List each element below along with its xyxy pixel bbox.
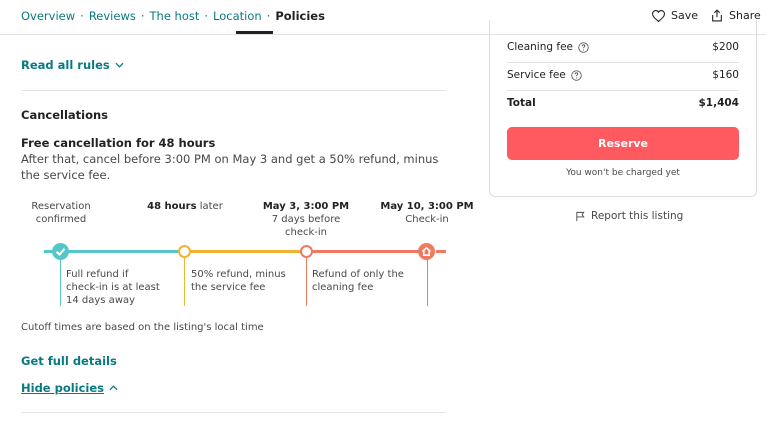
check-icon <box>52 243 69 260</box>
cleaning-fee-value: $200 <box>712 41 739 53</box>
checkmark-glyph <box>55 248 66 256</box>
section-divider <box>21 90 446 91</box>
timeline-label-rest: later <box>196 201 223 212</box>
timeline-label-may-10: May 10, 3:00 PM Check-in <box>377 200 477 226</box>
timeline-label-bold: May 3, 3:00 PM <box>262 201 350 212</box>
total-label: Total <box>507 97 536 109</box>
timeline-label-may-3: May 3, 3:00 PM 7 days before check-in <box>256 200 356 239</box>
total-value: $1,404 <box>698 97 739 109</box>
nav-policies[interactable]: Policies <box>275 9 325 23</box>
timeline-node-48h <box>178 245 191 258</box>
active-tab-underline <box>236 31 273 34</box>
timeline-label-line: Check-in <box>405 214 449 225</box>
flag-icon <box>576 211 585 221</box>
read-all-rules-link[interactable]: Read all rules <box>21 58 124 72</box>
chevron-up-icon <box>109 385 118 391</box>
cutoff-note: Cutoff times are based on the listing's … <box>21 322 264 333</box>
caption-line: cleaning fee <box>312 282 374 293</box>
timeline-node-may-3 <box>300 245 313 258</box>
question-circle-icon[interactable] <box>578 41 589 53</box>
read-all-rules-label: Read all rules <box>21 58 110 72</box>
timeline-label-line: 7 days before <box>271 214 341 225</box>
section-divider <box>21 412 446 413</box>
nav-separator: · <box>80 9 84 23</box>
nav-separator: · <box>204 9 209 23</box>
timeline-label-line: check-in <box>284 227 327 238</box>
cleaning-fee-label: Cleaning fee <box>507 41 573 53</box>
house-glyph <box>421 246 432 256</box>
service-fee-value: $160 <box>712 69 739 81</box>
nav-separator: · <box>266 9 271 23</box>
hide-policies-link[interactable]: Hide policies <box>21 381 118 395</box>
nav-overview[interactable]: Overview <box>21 9 75 23</box>
timeline-segment-cleaning-refund <box>306 250 427 253</box>
timeline-connector <box>60 258 61 306</box>
home-icon <box>418 243 435 260</box>
free-cancellation-title: Free cancellation for 48 hours <box>21 136 216 150</box>
fee-divider <box>507 90 739 91</box>
nav-reviews[interactable]: Reviews <box>89 9 136 23</box>
hide-policies-label: Hide policies <box>21 381 105 395</box>
nav-the-host[interactable]: The host <box>150 9 200 23</box>
timeline-label-line: Reservation <box>31 201 91 212</box>
report-listing-link[interactable]: Report this listing <box>575 210 683 222</box>
timeline-connector <box>184 258 185 306</box>
timeline-label-48-hours: 48 hours later <box>140 200 230 213</box>
caption-line: Full refund if <box>66 269 129 280</box>
timeline-caption-full-refund: Full refund if check-in is at least 14 d… <box>66 268 181 307</box>
service-fee-label: Service fee <box>507 69 566 81</box>
cleaning-fee-name: Cleaning fee <box>507 41 589 53</box>
timeline-label-bold: 48 hours <box>147 201 197 212</box>
caption-line: the service fee <box>191 282 266 293</box>
timeline-connector <box>427 258 428 306</box>
caption-line: 14 days away <box>66 295 136 306</box>
timeline-connector <box>306 258 307 306</box>
service-fee-row: Service fee $160 <box>507 69 739 81</box>
caption-line: 50% refund, minus <box>191 269 286 280</box>
caption-line: check-in is at least <box>66 282 160 293</box>
timeline-segment-half-refund <box>184 250 306 253</box>
no-charge-note: You won't be charged yet <box>566 168 680 178</box>
nav-location[interactable]: Location <box>213 9 262 23</box>
total-row: Total $1,404 <box>507 97 739 109</box>
timeline-label-bold: May 10, 3:00 PM <box>380 201 474 212</box>
service-fee-name: Service fee <box>507 69 582 81</box>
report-listing-label: Report this listing <box>591 210 684 222</box>
cleaning-fee-row: Cleaning fee $200 <box>507 41 739 53</box>
free-cancellation-description: After that, cancel before 3:00 PM on May… <box>21 152 439 182</box>
cancellations-heading: Cancellations <box>21 108 109 122</box>
caption-line: Refund of only the <box>312 269 404 280</box>
timeline-segment-full-refund <box>61 250 184 253</box>
get-full-details-link[interactable]: Get full details <box>21 354 117 368</box>
question-circle-icon[interactable] <box>571 69 582 81</box>
reserve-button[interactable]: Reserve <box>507 127 739 160</box>
timeline-label-reservation: Reservation confirmed <box>16 200 106 226</box>
timeline-dash-end <box>436 250 446 253</box>
fee-divider <box>507 62 739 63</box>
chevron-down-icon <box>115 62 124 68</box>
timeline-label-line: confirmed <box>35 214 87 225</box>
timeline-caption-half-refund: 50% refund, minus the service fee <box>191 268 301 294</box>
section-nav: Overview · Reviews · The host · Location… <box>21 9 325 23</box>
nav-separator: · <box>140 9 145 23</box>
timeline-caption-cleaning-refund: Refund of only the cleaning fee <box>312 268 422 294</box>
